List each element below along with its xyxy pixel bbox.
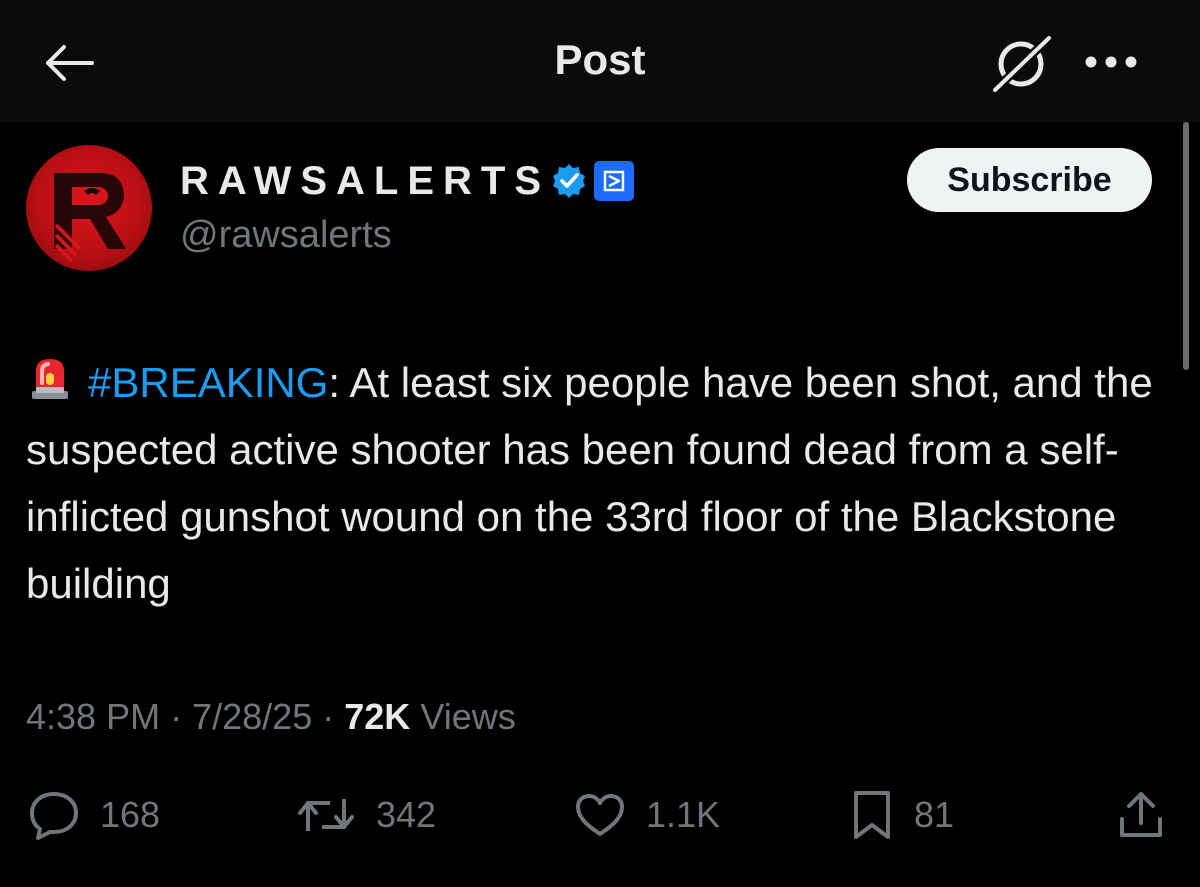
share-icon <box>1120 792 1162 837</box>
rawsalerts-logo-icon <box>54 173 126 263</box>
avatar[interactable] <box>26 145 152 271</box>
scrollbar[interactable] <box>1183 122 1189 370</box>
reply-count: 168 <box>100 794 161 835</box>
repost-count: 342 <box>376 794 437 835</box>
grok-icon <box>991 34 1053 92</box>
post-date[interactable]: 7/28/25 <box>192 696 312 737</box>
affiliate-badge-icon[interactable] <box>594 161 634 201</box>
action-bar: 168 342 1.1K 81 <box>0 780 1200 850</box>
grok-button[interactable] <box>990 34 1054 92</box>
reply-icon <box>30 792 78 840</box>
siren-emoji-icon <box>32 359 68 399</box>
author-name-row: RAWSALERTS <box>180 156 634 206</box>
hashtag-link[interactable]: #BREAKING <box>88 359 328 406</box>
more-options-button[interactable] <box>1080 40 1142 84</box>
display-name[interactable]: RAWSALERTS <box>180 159 550 204</box>
share-button[interactable] <box>1116 780 1166 850</box>
post-text: #BREAKING: At least six people have been… <box>26 349 1176 617</box>
post-time[interactable]: 4:38 PM <box>26 696 160 737</box>
meta-separator: · <box>322 696 335 737</box>
back-button[interactable] <box>40 38 96 88</box>
subscribe-button[interactable]: Subscribe <box>907 148 1152 212</box>
like-count: 1.1K <box>646 794 721 835</box>
bookmark-button[interactable]: 81 <box>850 780 954 850</box>
heart-icon <box>576 794 624 836</box>
bookmark-count: 81 <box>914 794 955 835</box>
like-button[interactable]: 1.1K <box>574 780 720 850</box>
arrow-left-icon <box>46 45 94 81</box>
views-label[interactable]: Views <box>420 696 515 737</box>
author-handle[interactable]: @rawsalerts <box>180 214 392 257</box>
post-meta: 4:38 PM · 7/28/25 · 72K Views <box>26 696 516 738</box>
more-horizontal-icon <box>1085 56 1137 68</box>
reply-button[interactable]: 168 <box>28 780 160 850</box>
bookmark-icon <box>854 791 890 839</box>
top-bar: Post <box>0 0 1200 122</box>
views-count[interactable]: 72K <box>344 696 410 737</box>
meta-separator: · <box>170 696 183 737</box>
repost-button[interactable]: 342 <box>296 780 436 850</box>
repost-icon <box>298 799 354 831</box>
post-view: Post RAWSALERTS @rawsalerts Subscribe #B… <box>0 0 1200 887</box>
verified-badge-icon[interactable] <box>550 162 588 200</box>
